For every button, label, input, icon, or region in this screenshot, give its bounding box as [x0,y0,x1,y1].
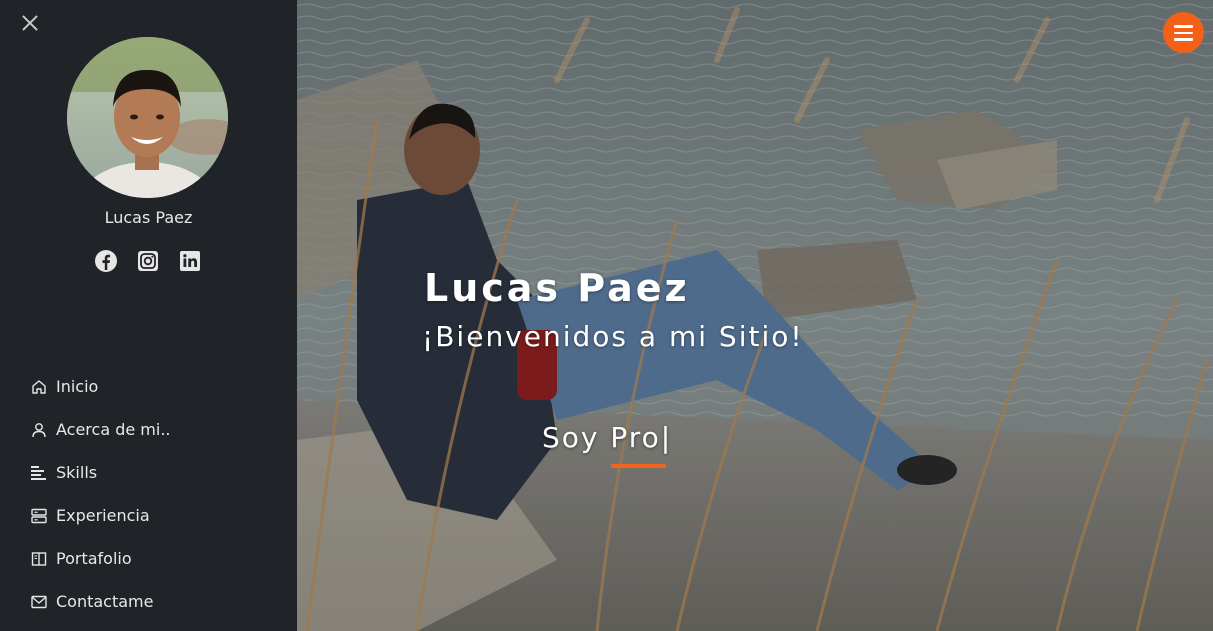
social-links [94,249,202,273]
avatar-photo [67,37,228,198]
profile-name: Lucas Paez [104,208,193,227]
typed-cursor: | [660,421,673,454]
sidebar-nav: Inicio Acerca de mi.. Skills Experiencia… [30,365,171,623]
sidebar-item-label: Portafolio [56,549,132,568]
hero-typed-text: Soy Pro| [542,421,672,454]
instagram-icon[interactable] [136,249,160,273]
avatar [67,37,228,198]
hamburger-icon [1174,25,1193,28]
sidebar-item-skills[interactable]: Skills [30,451,171,494]
sidebar-item-acerca[interactable]: Acerca de mi.. [30,408,171,451]
menu-toggle-button[interactable] [1163,12,1204,53]
user-icon [30,421,48,439]
home-icon [30,378,48,396]
sidebar-item-contactame[interactable]: Contactame [30,580,171,623]
close-icon[interactable] [18,11,42,35]
sidebar-item-label: Contactame [56,592,154,611]
hero-welcome: ¡Bienvenidos a mi Sitio! [422,320,804,353]
sidebar-item-portafolio[interactable]: Portafolio [30,537,171,580]
bars-icon [30,464,48,482]
sidebar-item-label: Skills [56,463,98,482]
typed-text: Soy Pro [542,421,661,454]
book-icon [30,550,48,568]
hamburger-icon [1174,38,1193,41]
facebook-icon[interactable] [94,249,118,273]
sidebar-item-experiencia[interactable]: Experiencia [30,494,171,537]
linkedin-icon[interactable] [178,249,202,273]
hero-section: Lucas Paez ¡Bienvenidos a mi Sitio! Soy … [297,0,1213,631]
hamburger-icon [1174,31,1193,34]
sidebar-item-label: Experiencia [56,506,150,525]
hero-title: Lucas Paez [424,266,690,310]
sidebar-item-label: Inicio [56,377,99,396]
hero-overlay [297,0,1213,631]
sidebar: Lucas Paez Inicio Acerca de mi.. Skills … [0,0,297,631]
sidebar-item-label: Acerca de mi.. [56,420,171,439]
envelope-icon [30,593,48,611]
server-icon [30,507,48,525]
sidebar-item-inicio[interactable]: Inicio [30,365,171,408]
typed-underline [611,464,666,468]
